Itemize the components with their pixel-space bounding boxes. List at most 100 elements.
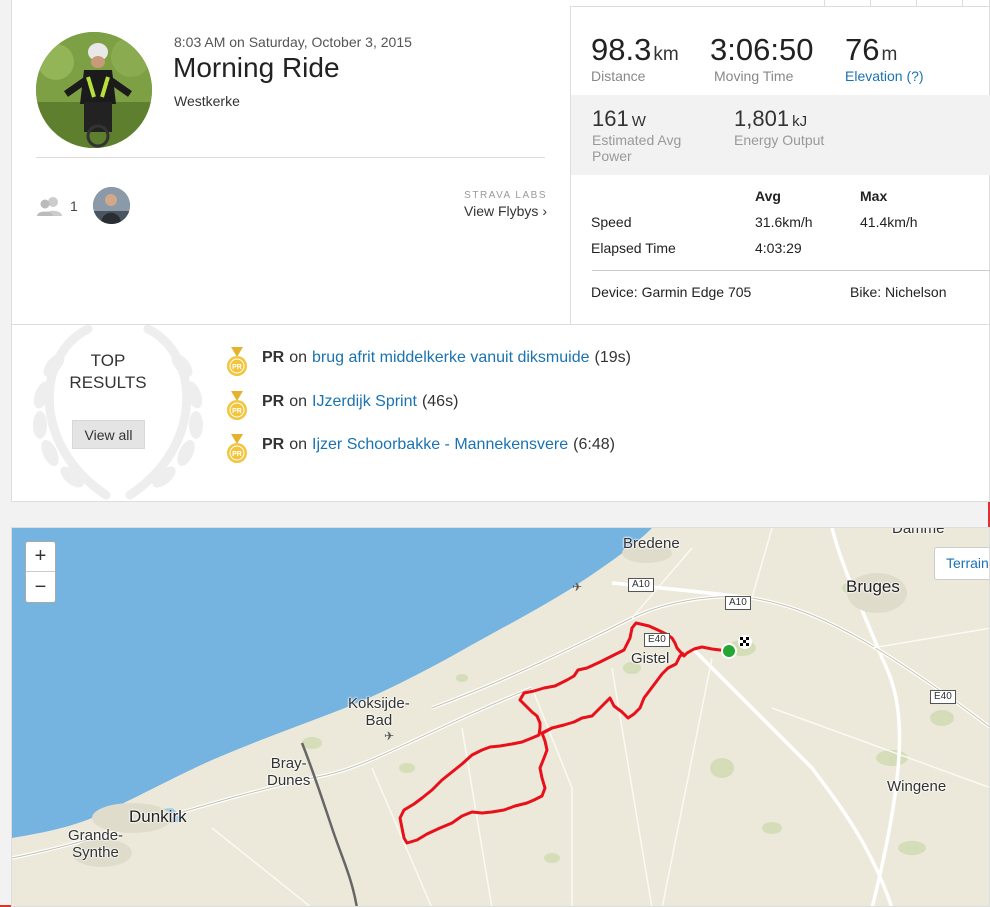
pr-medal-icon: PR [227, 347, 247, 376]
strava-labs-label: STRAVA LABS [464, 190, 547, 201]
row-speed-label: Speed [591, 214, 632, 230]
distance-unit: km [653, 44, 679, 65]
power-value: 161 [592, 106, 629, 131]
road-shield-a10: A10 [628, 578, 654, 592]
zoom-control: + − [25, 541, 56, 603]
pr-badge: PR [262, 349, 285, 366]
kudos-athlete-avatar[interactable] [93, 187, 130, 224]
pr-badge: PR [262, 392, 285, 410]
list-item: PR PR on brug afrit middelkerke vanuit dik… [226, 347, 631, 393]
stat-elevation: 76 m Elevation (?) [845, 32, 924, 84]
svg-text:✈: ✈ [384, 729, 394, 743]
divider [36, 157, 545, 158]
stat-energy: 1,801 kJ Energy Output [734, 106, 824, 148]
map-label-gistel: Gistel [631, 650, 670, 667]
energy-value: 1,801 [734, 106, 790, 131]
finish-flag-icon[interactable] [738, 635, 752, 649]
pr-on: on [289, 436, 308, 453]
row-elapsed-label: Elapsed Time [591, 240, 676, 256]
route-map[interactable]: ✈ ✈ + − Terrain Bredene Bruges Gistel Ko… [11, 527, 990, 907]
stat-power: 161 W Estimated Avg Power [592, 106, 712, 164]
pr-medal-icon: PR [227, 390, 247, 420]
map-label-koksijde-line2: Bad [365, 712, 393, 729]
top-results-title: TOP RESULTS [58, 350, 158, 394]
list-item: PR PR on Ijzer Schoorbakke - Mannekensvere… [226, 434, 631, 480]
strava-labs: STRAVA LABS View Flybys › [457, 190, 547, 219]
kudos-group[interactable]: 1 [36, 196, 78, 216]
table-header-avg: Avg [755, 188, 781, 204]
pr-time: (19s) [594, 349, 631, 366]
bike-info: Bike: Nichelson [850, 284, 947, 300]
pr-badge: PR [262, 436, 285, 453]
activity-title: Morning Ride [173, 52, 340, 83]
view-flybys-label: View Flybys [464, 203, 539, 219]
device-info: Device: Garmin Edge 705 [591, 284, 752, 300]
terrain-button[interactable]: Terrain [934, 547, 989, 580]
top-strip [570, 0, 990, 7]
map-label-bray-dunes: Bray- Dunes [267, 755, 310, 789]
stat-distance: 98.3 km Distance [591, 32, 679, 84]
elevation-help-link[interactable]: Elevation (?) [845, 68, 924, 84]
kudos-icon [37, 197, 62, 216]
zoom-out-button[interactable]: − [26, 572, 55, 602]
row-elapsed-avg: 4:03:29 [755, 240, 802, 256]
map-label-dunkirk: Dunkirk [129, 807, 187, 826]
elevation-unit: m [881, 44, 898, 65]
view-flybys-link[interactable]: View Flybys › [457, 203, 547, 219]
svg-text:PR: PR [232, 451, 242, 458]
moving-time-label: Moving Time [714, 68, 794, 84]
map-label-damme: Damme [892, 527, 945, 537]
table-divider [592, 270, 990, 271]
road-shield-e40: E40 [644, 633, 670, 647]
map-label-bredene: Bredene [623, 535, 680, 552]
pr-list: PR PR on brug afrit middelkerke vanuit dik… [226, 347, 631, 480]
energy-unit: kJ [792, 113, 808, 130]
svg-text:✈: ✈ [572, 580, 582, 594]
road-shield-e40: E40 [930, 690, 956, 704]
map-label-koksijde: Koksijde- Bad [348, 695, 410, 729]
segment-link[interactable]: Ijzer Schoorbakke - Mannekensvere [312, 436, 568, 454]
energy-label: Energy Output [734, 132, 825, 148]
map-label-bray-dunes-line1: Bray- [270, 755, 307, 772]
row-speed-avg: 31.6km/h [755, 214, 813, 230]
distance-label: Distance [591, 68, 646, 84]
segment-link[interactable]: IJzerdijk Sprint [312, 393, 417, 411]
pr-time: (6:48) [573, 436, 615, 453]
pr-medal-icon: PR [227, 434, 247, 463]
top-results-title-line1: TOP [90, 351, 126, 370]
top-results-title-line2: RESULTS [69, 373, 147, 392]
segment-link[interactable]: brug afrit middelkerke vanuit diksmuide [312, 349, 589, 367]
list-item: PR PR on IJzerdijk Sprint (46s) [226, 390, 631, 437]
top-results-card: TOP RESULTS View all PR PR on brug afrit m… [11, 325, 990, 502]
svg-text:PR: PR [232, 408, 242, 415]
start-marker[interactable] [721, 643, 737, 659]
row-speed-max: 41.4km/h [860, 214, 918, 230]
elevation-value: 76 [845, 32, 880, 67]
activity-location: Westkerke [174, 93, 240, 109]
distance-value: 98.3 [591, 32, 652, 67]
athlete-avatar[interactable] [36, 32, 152, 148]
map-label-wingene: Wingene [887, 778, 947, 795]
road-shield-a10: A10 [725, 596, 751, 610]
stat-moving-time: 3:06:50 Moving Time [710, 32, 813, 84]
map-label-grande-synthe-line2: Synthe [72, 844, 119, 861]
power-label: Estimated Avg Power [592, 132, 682, 164]
zoom-in-button[interactable]: + [26, 542, 55, 572]
table-header-max: Max [860, 188, 888, 204]
map-label-bray-dunes-line2: Dunes [267, 772, 311, 789]
moving-time-value: 3:06:50 [710, 32, 814, 67]
kudos-count: 1 [70, 198, 78, 214]
pr-on: on [289, 349, 308, 366]
pr-time: (46s) [421, 392, 459, 410]
power-unit: W [631, 113, 646, 130]
view-all-button[interactable]: View all [72, 420, 145, 449]
activity-datetime: 8:03 AM on Saturday, October 3, 2015 [174, 34, 412, 50]
map-label-grande-synthe: Grande- Synthe [68, 827, 123, 861]
map-label-bruges: Bruges [846, 577, 900, 596]
chevron-right-icon: › [542, 203, 547, 219]
map-canvas[interactable]: ✈ ✈ [12, 528, 990, 907]
svg-text:PR: PR [232, 364, 242, 371]
map-label-koksijde-line1: Koksijde- [348, 695, 410, 712]
activity-header-card: 8:03 AM on Saturday, October 3, 2015 Mor… [11, 0, 990, 325]
pr-on: on [289, 392, 308, 410]
